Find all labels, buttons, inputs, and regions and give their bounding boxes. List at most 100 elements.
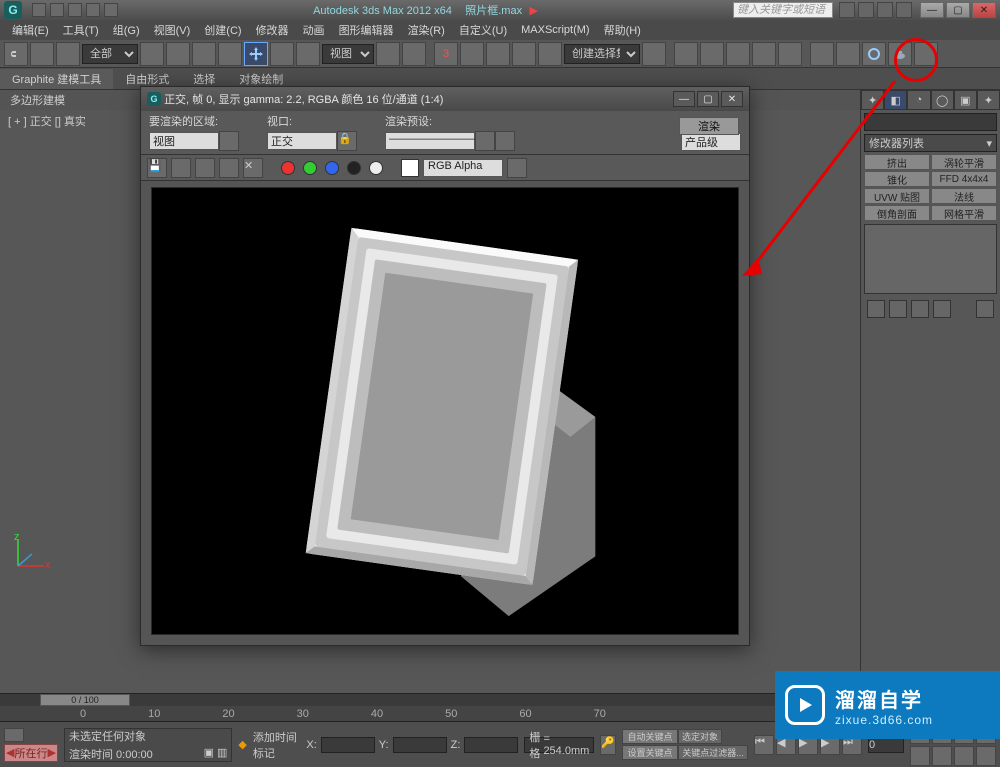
area-select[interactable]: 视图 (149, 132, 219, 150)
modifier-list-select[interactable]: 修改器列表▾ (864, 134, 997, 152)
link-icon[interactable] (4, 42, 28, 66)
tab-create-icon[interactable]: ✦ (861, 90, 884, 110)
render-window-titlebar[interactable]: G 正交, 帧 0, 显示 gamma: 2.2, RGBA 颜色 16 位/通… (141, 87, 749, 111)
channel-select[interactable]: RGB Alpha (423, 159, 503, 177)
selection-filter[interactable]: 全部 (82, 44, 138, 64)
material-editor-icon[interactable] (778, 42, 802, 66)
minimize-button[interactable]: — (920, 2, 944, 18)
area-opt-icon[interactable] (219, 131, 239, 151)
isolate-icon[interactable]: 🔑 (600, 735, 616, 755)
viewport-label[interactable]: [ + ] 正交 [] 真实 (0, 110, 140, 134)
tab-utilities-icon[interactable]: ✦ (977, 90, 1000, 110)
menu-animation[interactable]: 动画 (297, 20, 331, 40)
rwin-minimize[interactable]: — (673, 91, 695, 107)
render-teapot-icon[interactable] (888, 42, 912, 66)
zoom-all-icon[interactable] (910, 746, 930, 766)
green-channel-icon[interactable] (303, 161, 317, 175)
orbit-icon[interactable] (932, 746, 952, 766)
pin-stack-icon[interactable] (867, 300, 885, 318)
mod-uvw[interactable]: UVW 贴图 (864, 188, 930, 204)
menu-group[interactable]: 组(G) (107, 20, 146, 40)
preset-select[interactable]: ———————— (385, 132, 475, 150)
selected-button[interactable]: 选定对象 (678, 729, 722, 744)
tab-hierarchy-icon[interactable]: ◔ (907, 90, 930, 110)
qa-save-icon[interactable] (68, 3, 82, 17)
angle-snap-icon[interactable] (460, 42, 484, 66)
region-zoom-icon[interactable] (976, 746, 996, 766)
configure-icon[interactable] (976, 300, 994, 318)
goto-start-icon[interactable]: ⏮ (754, 735, 774, 755)
curve-editor-icon[interactable] (726, 42, 750, 66)
autokey-button[interactable]: 自动关键点 (622, 729, 678, 744)
qa-undo-icon[interactable] (86, 3, 100, 17)
menu-modifiers[interactable]: 修改器 (250, 20, 295, 40)
bind-icon[interactable] (56, 42, 80, 66)
clear-icon[interactable]: ✕ (243, 158, 263, 178)
render-setup-icon[interactable] (810, 42, 834, 66)
preset-opt2-icon[interactable] (495, 131, 515, 151)
render-frame-icon[interactable] (836, 42, 860, 66)
preset-opt1-icon[interactable] (475, 131, 495, 151)
keyfilter-button[interactable]: 关键点过滤器... (678, 745, 748, 760)
modifier-stack[interactable] (864, 224, 997, 294)
z-input[interactable] (464, 737, 518, 753)
viewport-select[interactable]: 正交 (267, 132, 337, 150)
mono-channel-icon[interactable] (369, 161, 383, 175)
y-input[interactable] (393, 737, 447, 753)
ribbon-title[interactable]: Graphite 建模工具 (0, 69, 113, 89)
arrow-icon[interactable] (858, 2, 874, 18)
qa-new-icon[interactable] (32, 3, 46, 17)
unique-icon[interactable] (911, 300, 929, 318)
menu-create[interactable]: 创建(C) (198, 20, 247, 40)
copy-image-icon[interactable] (171, 158, 191, 178)
mod-taper[interactable]: 锥化 (864, 171, 930, 187)
lock-viewport-icon[interactable]: 🔒 (337, 131, 357, 151)
lock-selection-icon[interactable] (4, 728, 24, 742)
select-name-icon[interactable] (166, 42, 190, 66)
menu-customize[interactable]: 自定义(U) (453, 20, 513, 40)
save-image-icon[interactable]: 💾 (147, 158, 167, 178)
schematic-icon[interactable] (752, 42, 776, 66)
toggle-ui-icon[interactable] (507, 158, 527, 178)
mod-ffd[interactable]: FFD 4x4x4 (931, 171, 997, 187)
unlink-icon[interactable] (30, 42, 54, 66)
mirror-icon[interactable] (642, 42, 666, 66)
star-icon[interactable] (877, 2, 893, 18)
time-tag-icon[interactable]: ◆ (238, 738, 246, 751)
menu-help[interactable]: 帮助(H) (598, 20, 647, 40)
render-output-view[interactable] (151, 187, 739, 635)
tab-display-icon[interactable]: ▣ (954, 90, 977, 110)
script-listener-icon[interactable]: ▣ ▥ (204, 746, 228, 762)
pivot-icon[interactable] (376, 42, 400, 66)
show-end-icon[interactable] (889, 300, 907, 318)
print-icon[interactable] (219, 158, 239, 178)
help-search-input[interactable]: 键入关键字或短语 (733, 2, 833, 18)
app-logo[interactable]: G (4, 1, 22, 19)
maximize-button[interactable]: ▢ (946, 2, 970, 18)
manipulate-icon[interactable] (402, 42, 426, 66)
tab-modify-icon[interactable]: ◧ (884, 90, 907, 110)
product-select[interactable]: 产品级 (681, 133, 741, 151)
named-selection[interactable]: 创建选择集 (564, 44, 640, 64)
blue-channel-icon[interactable] (325, 161, 339, 175)
help-icon[interactable] (896, 2, 912, 18)
setkey-button[interactable]: 设置关键点 (622, 745, 678, 760)
move-icon[interactable] (244, 42, 268, 66)
rotate-icon[interactable] (270, 42, 294, 66)
red-channel-icon[interactable] (281, 161, 295, 175)
snap-toggle-icon[interactable]: 3 (434, 42, 458, 66)
layers-icon[interactable] (700, 42, 724, 66)
spinner-snap-icon[interactable] (512, 42, 536, 66)
render-production-icon[interactable] (862, 42, 886, 66)
select-icon[interactable] (140, 42, 164, 66)
percent-snap-icon[interactable] (486, 42, 510, 66)
render-button[interactable]: 渲染 (679, 117, 739, 135)
x-input[interactable] (321, 737, 375, 753)
menu-render[interactable]: 渲染(R) (402, 20, 451, 40)
mod-meshsmooth[interactable]: 网格平滑 (931, 205, 997, 221)
max-toggle-icon[interactable] (954, 746, 974, 766)
color-swatch[interactable] (401, 159, 419, 177)
select-region-icon[interactable] (192, 42, 216, 66)
axis-constraint[interactable]: ◀所在行▶ (4, 744, 58, 762)
mod-bevel[interactable]: 倒角剖面 (864, 205, 930, 221)
